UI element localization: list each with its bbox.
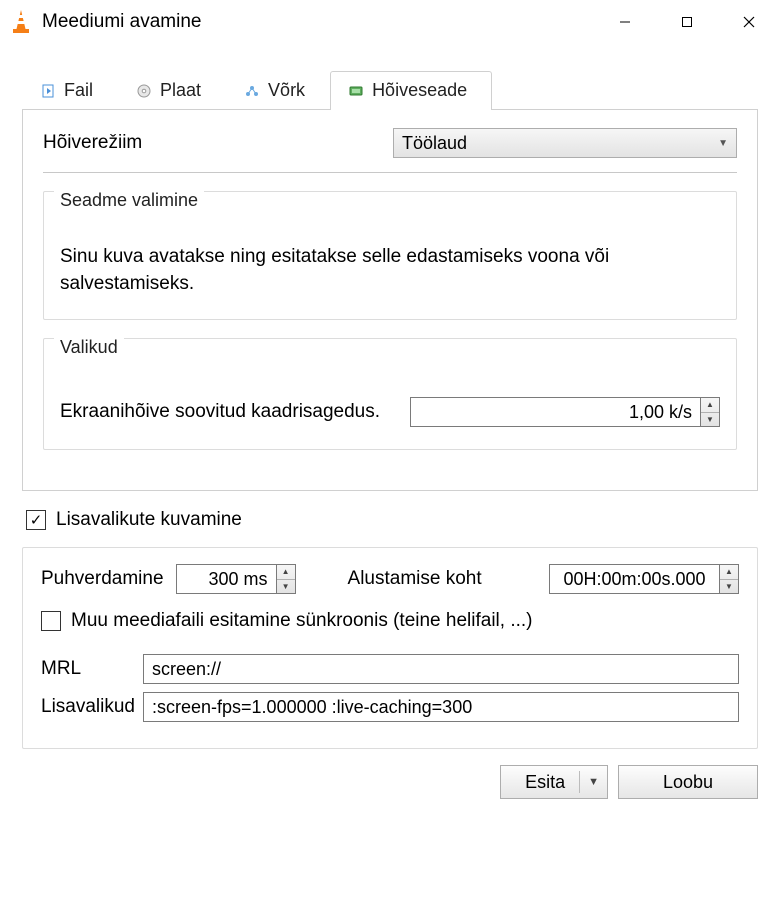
chevron-down-icon: ▼ — [718, 138, 728, 149]
window-controls — [594, 0, 780, 44]
network-icon — [245, 84, 259, 98]
titlebar: Meediumi avamine — [0, 0, 780, 44]
chevron-down-icon[interactable]: ▼ — [588, 776, 599, 788]
fps-spinner[interactable]: 1,00 k/s ▲ ▼ — [410, 397, 720, 427]
show-more-options-row[interactable]: Lisavalikute kuvamine — [26, 509, 758, 531]
spin-up-icon[interactable]: ▲ — [277, 565, 295, 580]
options-group-title: Valikud — [54, 337, 124, 358]
device-group-title: Seadme valimine — [54, 190, 204, 211]
caching-spin-buttons: ▲ ▼ — [276, 564, 296, 594]
capture-mode-label: Hõiverežiim — [43, 132, 393, 154]
tab-network-label: Võrk — [268, 80, 305, 101]
tab-file-label: Fail — [64, 80, 93, 101]
button-divider — [579, 771, 580, 793]
maximize-button[interactable] — [656, 0, 718, 44]
play-button[interactable]: Esita ▼ — [500, 765, 608, 799]
tab-capture-label: Hõiveseade — [372, 80, 467, 101]
capture-mode-value: Töölaud — [402, 133, 467, 154]
caching-value[interactable]: 300 ms — [176, 564, 276, 594]
cancel-button[interactable]: Loobu — [618, 765, 758, 799]
start-time-spinner[interactable]: 00H:00m:00s.000 ▲ ▼ — [549, 564, 739, 594]
tab-file[interactable]: Fail — [22, 71, 118, 110]
capture-tab-pane: Hõiverežiim Töölaud ▼ Seadme valimine Si… — [22, 110, 758, 491]
tab-disc-label: Plaat — [160, 80, 201, 101]
options-group: Valikud Ekraanihõive soovitud kaadrisage… — [43, 338, 737, 450]
close-button[interactable] — [718, 0, 780, 44]
edit-options-input[interactable] — [143, 692, 739, 722]
capture-mode-row: Hõiverežiim Töölaud ▼ — [43, 128, 737, 158]
spin-down-icon[interactable]: ▼ — [701, 413, 719, 427]
sync-play-row[interactable]: Muu meediafaili esitamine sünkroonis (te… — [41, 610, 739, 632]
dialog-actions: Esita ▼ Loobu — [0, 749, 780, 799]
start-spin-buttons: ▲ ▼ — [719, 564, 739, 594]
start-time-label: Alustamise koht — [348, 568, 482, 590]
cancel-button-label: Loobu — [663, 772, 713, 793]
device-selection-group: Seadme valimine Sinu kuva avatakse ning … — [43, 191, 737, 320]
edit-options-label: Lisavalikud — [41, 696, 143, 718]
tab-capture[interactable]: Hõiveseade — [330, 71, 492, 110]
tab-disc[interactable]: Plaat — [118, 71, 226, 110]
vlc-cone-icon — [10, 9, 32, 35]
dialog-content: Fail Plaat Võrk Hõiveseade Hõiverežiim T… — [0, 44, 780, 749]
spin-down-icon[interactable]: ▼ — [720, 580, 738, 594]
caching-label: Puhverdamine — [41, 568, 164, 590]
tab-network[interactable]: Võrk — [226, 71, 330, 110]
minimize-button[interactable] — [594, 0, 656, 44]
fps-spin-buttons: ▲ ▼ — [700, 397, 720, 427]
mrl-label: MRL — [41, 658, 143, 680]
spin-down-icon[interactable]: ▼ — [277, 580, 295, 594]
show-more-label: Lisavalikute kuvamine — [56, 509, 242, 531]
tab-bar: Fail Plaat Võrk Hõiveseade — [22, 70, 758, 110]
start-time-value[interactable]: 00H:00m:00s.000 — [549, 564, 719, 594]
play-button-label: Esita — [525, 772, 565, 793]
spin-up-icon[interactable]: ▲ — [701, 398, 719, 413]
advanced-options-panel: Puhverdamine 300 ms ▲ ▼ Alustamise koht … — [22, 547, 758, 749]
window-title: Meediumi avamine — [42, 11, 594, 33]
capture-icon — [349, 84, 363, 98]
caching-spinner[interactable]: 300 ms ▲ ▼ — [176, 564, 296, 594]
disc-icon — [137, 84, 151, 98]
sync-play-checkbox[interactable] — [41, 611, 61, 631]
divider — [43, 172, 737, 173]
sync-play-label: Muu meediafaili esitamine sünkroonis (te… — [71, 610, 533, 632]
capture-mode-dropdown[interactable]: Töölaud ▼ — [393, 128, 737, 158]
mrl-input[interactable] — [143, 654, 739, 684]
device-description: Sinu kuva avatakse ning esitatakse selle… — [60, 228, 720, 297]
fps-label: Ekraanihõive soovitud kaadrisagedus. — [60, 401, 396, 423]
show-more-checkbox[interactable] — [26, 510, 46, 530]
fps-value[interactable]: 1,00 k/s — [410, 397, 700, 427]
spin-up-icon[interactable]: ▲ — [720, 565, 738, 580]
file-icon — [41, 84, 55, 98]
